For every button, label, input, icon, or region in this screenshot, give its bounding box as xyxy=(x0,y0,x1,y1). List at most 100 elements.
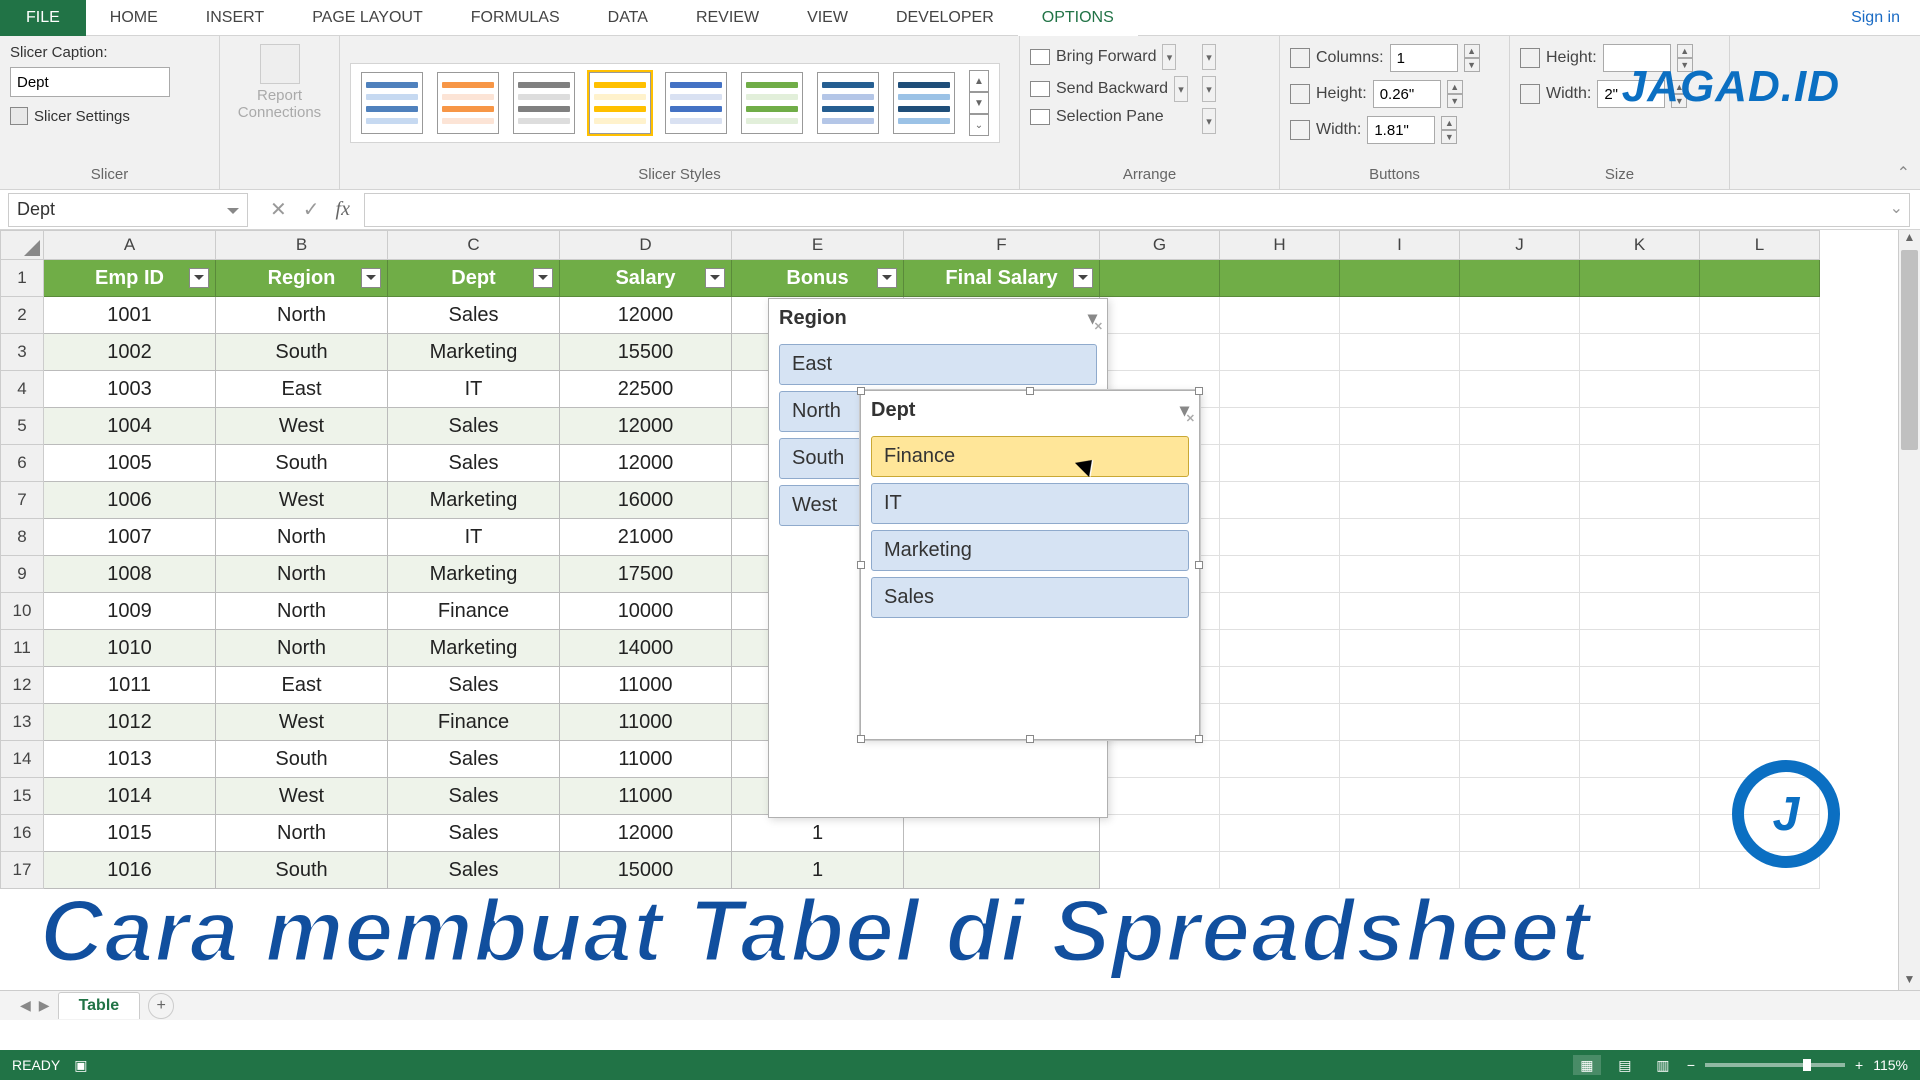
style-dark-blue2[interactable] xyxy=(893,72,955,134)
empty-cell[interactable] xyxy=(1220,704,1340,741)
cell[interactable]: 17500 xyxy=(560,556,732,593)
bring-forward-drop[interactable]: ▾ xyxy=(1162,44,1176,70)
cell[interactable]: 1015 xyxy=(44,815,216,852)
cell[interactable]: Sales xyxy=(388,408,560,445)
empty-cell[interactable] xyxy=(1460,704,1580,741)
view-page-layout-icon[interactable]: ▤ xyxy=(1611,1055,1639,1075)
empty-cell[interactable] xyxy=(1580,667,1700,704)
row-header[interactable]: 3 xyxy=(0,334,44,371)
cell[interactable]: 1001 xyxy=(44,297,216,334)
cell[interactable]: 12000 xyxy=(560,445,732,482)
sheet-nav-next[interactable]: ▶ xyxy=(39,997,50,1014)
filter-dropdown-icon[interactable] xyxy=(705,268,725,288)
col-header-f[interactable]: F xyxy=(904,230,1100,260)
cell[interactable]: 10000 xyxy=(560,593,732,630)
empty-cell[interactable] xyxy=(1700,630,1820,667)
empty-cell[interactable] xyxy=(1100,741,1220,778)
cell[interactable]: 1011 xyxy=(44,667,216,704)
empty-cell[interactable] xyxy=(1460,556,1580,593)
empty-cell[interactable] xyxy=(1460,519,1580,556)
slicer-style-gallery[interactable]: ▲▼⌄ xyxy=(350,63,1000,143)
slicer-dept-item[interactable]: IT xyxy=(871,483,1189,524)
empty-cell[interactable] xyxy=(1460,815,1580,852)
style-light-yellow[interactable] xyxy=(589,72,651,134)
slicer-dept-item[interactable]: Marketing xyxy=(871,530,1189,571)
empty-cell[interactable] xyxy=(1580,704,1700,741)
table-header-cell[interactable]: Emp ID xyxy=(44,260,216,297)
empty-cell[interactable] xyxy=(1460,593,1580,630)
col-header-i[interactable]: I xyxy=(1340,230,1460,260)
cell[interactable]: North xyxy=(216,519,388,556)
table-header-cell[interactable]: Bonus xyxy=(732,260,904,297)
cell[interactable]: 12000 xyxy=(560,408,732,445)
row-header[interactable]: 16 xyxy=(0,815,44,852)
slicer-dept-item[interactable]: Sales xyxy=(871,577,1189,618)
empty-cell[interactable] xyxy=(1220,593,1340,630)
col-header-d[interactable]: D xyxy=(560,230,732,260)
empty-cell[interactable] xyxy=(1580,630,1700,667)
view-page-break-icon[interactable]: ▥ xyxy=(1649,1055,1677,1075)
cell[interactable]: Marketing xyxy=(388,556,560,593)
cell[interactable]: Marketing xyxy=(388,630,560,667)
empty-cell[interactable] xyxy=(1700,704,1820,741)
tab-developer[interactable]: DEVELOPER xyxy=(872,0,1018,36)
macro-record-icon[interactable]: ▣ xyxy=(74,1057,87,1074)
empty-cell[interactable] xyxy=(1100,297,1220,334)
empty-cell[interactable] xyxy=(1340,408,1460,445)
view-normal-icon[interactable]: ▦ xyxy=(1573,1055,1601,1075)
empty-cell[interactable] xyxy=(1700,334,1820,371)
empty-cell[interactable] xyxy=(1340,741,1460,778)
empty-cell[interactable] xyxy=(1220,667,1340,704)
cell[interactable]: Marketing xyxy=(388,482,560,519)
row-header[interactable]: 10 xyxy=(0,593,44,630)
empty-cell[interactable] xyxy=(1460,445,1580,482)
collapse-ribbon-icon[interactable]: ⌃ xyxy=(1897,163,1910,183)
cell[interactable]: 21000 xyxy=(560,519,732,556)
cell[interactable]: 1007 xyxy=(44,519,216,556)
formula-bar[interactable] xyxy=(364,193,1910,227)
filter-dropdown-icon[interactable] xyxy=(189,268,209,288)
cell[interactable]: 11000 xyxy=(560,667,732,704)
row-header[interactable]: 9 xyxy=(0,556,44,593)
btn-width-spin[interactable]: ▲▼ xyxy=(1441,116,1457,144)
empty-cell[interactable] xyxy=(1460,408,1580,445)
btn-width-input[interactable] xyxy=(1367,116,1435,144)
col-header-l[interactable]: L xyxy=(1700,230,1820,260)
row-header[interactable]: 5 xyxy=(0,408,44,445)
zoom-in-button[interactable]: + xyxy=(1855,1057,1863,1073)
empty-cell[interactable] xyxy=(1580,778,1700,815)
col-header-b[interactable]: B xyxy=(216,230,388,260)
style-dark-blue[interactable] xyxy=(817,72,879,134)
cell[interactable]: Sales xyxy=(388,445,560,482)
row-header[interactable]: 15 xyxy=(0,778,44,815)
col-header-k[interactable]: K xyxy=(1580,230,1700,260)
row-header[interactable]: 12 xyxy=(0,667,44,704)
zoom-out-button[interactable]: − xyxy=(1687,1057,1695,1073)
col-header-j[interactable]: J xyxy=(1460,230,1580,260)
empty-cell[interactable] xyxy=(1460,778,1580,815)
empty-cell[interactable] xyxy=(1580,556,1700,593)
style-light-gray[interactable] xyxy=(513,72,575,134)
cell[interactable]: West xyxy=(216,778,388,815)
slicer-dept-item[interactable]: Finance xyxy=(871,436,1189,477)
empty-cell[interactable] xyxy=(1460,334,1580,371)
empty-cell[interactable] xyxy=(1220,334,1340,371)
empty-cell[interactable] xyxy=(1700,297,1820,334)
zoom-level[interactable]: 115% xyxy=(1873,1057,1908,1073)
empty-cell[interactable] xyxy=(1460,371,1580,408)
cell[interactable]: 1009 xyxy=(44,593,216,630)
empty-cell[interactable] xyxy=(1100,260,1220,297)
sheet-nav-prev[interactable]: ◀ xyxy=(20,997,31,1014)
tab-home[interactable]: HOME xyxy=(86,0,182,36)
empty-cell[interactable] xyxy=(1700,445,1820,482)
cell[interactable]: East xyxy=(216,371,388,408)
empty-cell[interactable] xyxy=(1220,778,1340,815)
table-header-cell[interactable]: Final Salary xyxy=(904,260,1100,297)
empty-cell[interactable] xyxy=(1340,815,1460,852)
sign-in-link[interactable]: Sign in xyxy=(1851,9,1900,27)
tab-view[interactable]: VIEW xyxy=(783,0,872,36)
empty-cell[interactable] xyxy=(1220,260,1340,297)
cancel-icon[interactable]: ✕ xyxy=(270,197,287,222)
cell[interactable]: 1003 xyxy=(44,371,216,408)
cell[interactable]: 1004 xyxy=(44,408,216,445)
